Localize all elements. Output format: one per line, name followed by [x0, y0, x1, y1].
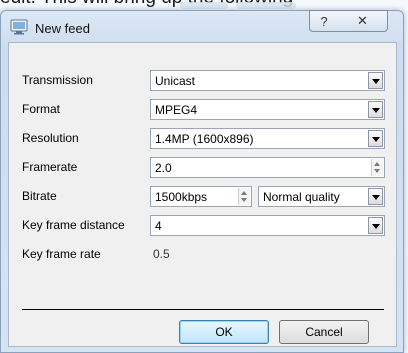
resolution-label: Resolution [22, 131, 79, 145]
framerate-row: Framerate 2.0 [9, 157, 396, 178]
feed-window-icon [10, 19, 28, 35]
bitrate-stepper[interactable]: 1500kbps [150, 186, 252, 207]
format-row: Format MPEG4 [9, 99, 396, 120]
transmission-label: Transmission [22, 73, 93, 87]
background-blurred-element [236, 2, 296, 9]
key-frame-rate-label: Key frame rate [22, 247, 101, 261]
framerate-label: Framerate [22, 160, 78, 174]
transmission-row: Transmission Unicast [9, 70, 396, 91]
ok-button[interactable]: OK [179, 320, 269, 344]
chevron-down-icon[interactable] [368, 130, 383, 147]
key-frame-distance-select[interactable]: 4 [150, 215, 385, 236]
bitrate-quality-select[interactable]: Normal quality [258, 186, 385, 207]
resolution-row: Resolution 1.4MP (1600x896) [9, 128, 396, 149]
dialog-body: Transmission Unicast Format MPEG4 Resolu… [8, 42, 397, 347]
format-select[interactable]: MPEG4 [150, 99, 385, 120]
divider [22, 309, 384, 310]
key-frame-rate-value: 0.5 [153, 247, 170, 261]
chevron-down-icon[interactable] [368, 188, 383, 205]
resolution-select[interactable]: 1.4MP (1600x896) [150, 128, 385, 149]
bitrate-quality-value: Normal quality [263, 190, 340, 204]
title-bar[interactable]: New feed ? ✕ [1, 10, 403, 41]
spinner-arrows-icon[interactable] [371, 159, 383, 176]
dialog-title: New feed [35, 21, 90, 36]
key-frame-distance-value: 4 [155, 219, 162, 233]
framerate-value: 2.0 [155, 161, 172, 175]
help-button[interactable]: ? [309, 10, 339, 32]
transmission-select[interactable]: Unicast [150, 70, 385, 91]
close-icon: ✕ [357, 13, 368, 28]
bitrate-row: Bitrate 1500kbps Normal quality [9, 186, 396, 207]
background-blurred-element [180, 2, 228, 9]
key-frame-distance-label: Key frame distance [22, 218, 125, 232]
help-icon: ? [320, 13, 328, 29]
chevron-down-icon[interactable] [368, 101, 383, 118]
cancel-button[interactable]: Cancel [279, 320, 369, 344]
close-button[interactable]: ✕ [338, 10, 388, 32]
transmission-value: Unicast [155, 74, 196, 88]
bitrate-label: Bitrate [22, 189, 57, 203]
key-frame-rate-row: Key frame rate 0.5 [9, 244, 396, 265]
framerate-stepper[interactable]: 2.0 [150, 157, 385, 178]
format-value: MPEG4 [155, 103, 198, 117]
spinner-arrows-icon[interactable] [238, 188, 250, 205]
chevron-down-icon[interactable] [368, 72, 383, 89]
key-frame-distance-row: Key frame distance 4 [9, 215, 396, 236]
resolution-value: 1.4MP (1600x896) [155, 132, 254, 146]
format-label: Format [22, 102, 61, 116]
chevron-down-icon[interactable] [368, 217, 383, 234]
new-feed-dialog: New feed ? ✕ Transmission Unicast Format… [0, 10, 404, 353]
bitrate-value: 1500kbps [155, 190, 208, 204]
